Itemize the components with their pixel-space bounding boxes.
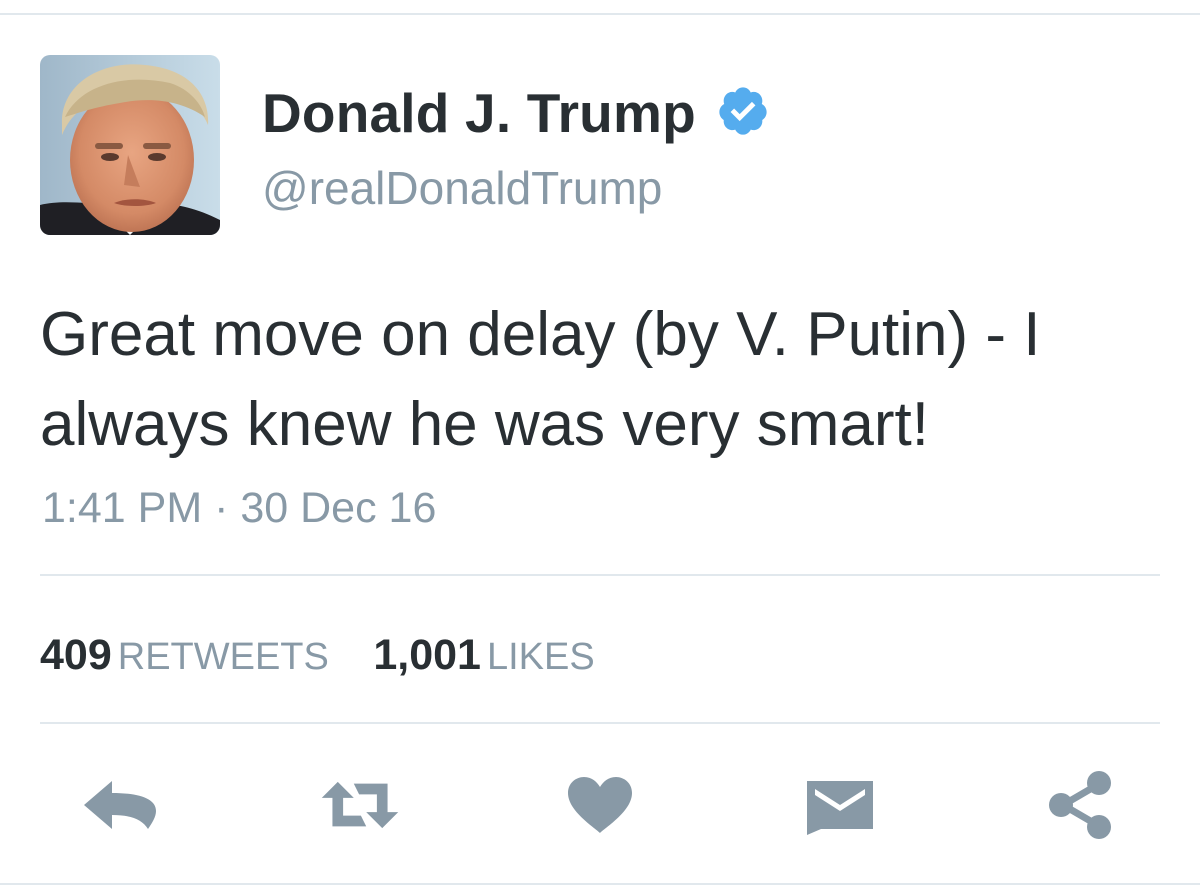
reply-arrow-icon xyxy=(84,781,156,829)
avatar[interactable] xyxy=(40,55,220,235)
bottom-border xyxy=(0,883,1200,885)
heart-icon xyxy=(568,777,632,833)
likes-count: 1,001 xyxy=(373,631,481,679)
like-button[interactable] xyxy=(560,770,640,840)
retweet-icon xyxy=(321,781,399,829)
profile-photo-icon xyxy=(40,55,220,235)
display-name[interactable]: Donald J. Trump xyxy=(262,80,696,146)
divider xyxy=(40,574,1160,576)
divider xyxy=(40,722,1160,724)
retweets-stat[interactable]: 409 RETWEETS xyxy=(40,630,329,690)
top-border xyxy=(0,13,1200,15)
user-handle[interactable]: @realDonaldTrump xyxy=(262,160,662,216)
retweets-count: 409 xyxy=(40,631,112,679)
likes-stat[interactable]: 1,001 LIKES xyxy=(373,630,594,690)
tweet-timestamp[interactable]: 1:41 PM · 30 Dec 16 xyxy=(42,483,436,533)
retweets-label: RETWEETS xyxy=(117,636,329,678)
share-icon xyxy=(1049,771,1111,839)
tweet-text: Great move on delay (by V. Putin) - I al… xyxy=(40,300,1041,459)
reply-button[interactable] xyxy=(80,770,160,840)
envelope-icon xyxy=(807,781,873,835)
likes-label: LIKES xyxy=(486,636,595,678)
message-button[interactable] xyxy=(800,770,880,840)
retweet-button[interactable] xyxy=(320,770,400,840)
tweet-stats: 409 RETWEETS 1,001 LIKES xyxy=(40,630,635,690)
share-button[interactable] xyxy=(1040,770,1120,840)
verified-badge-icon xyxy=(719,87,767,135)
